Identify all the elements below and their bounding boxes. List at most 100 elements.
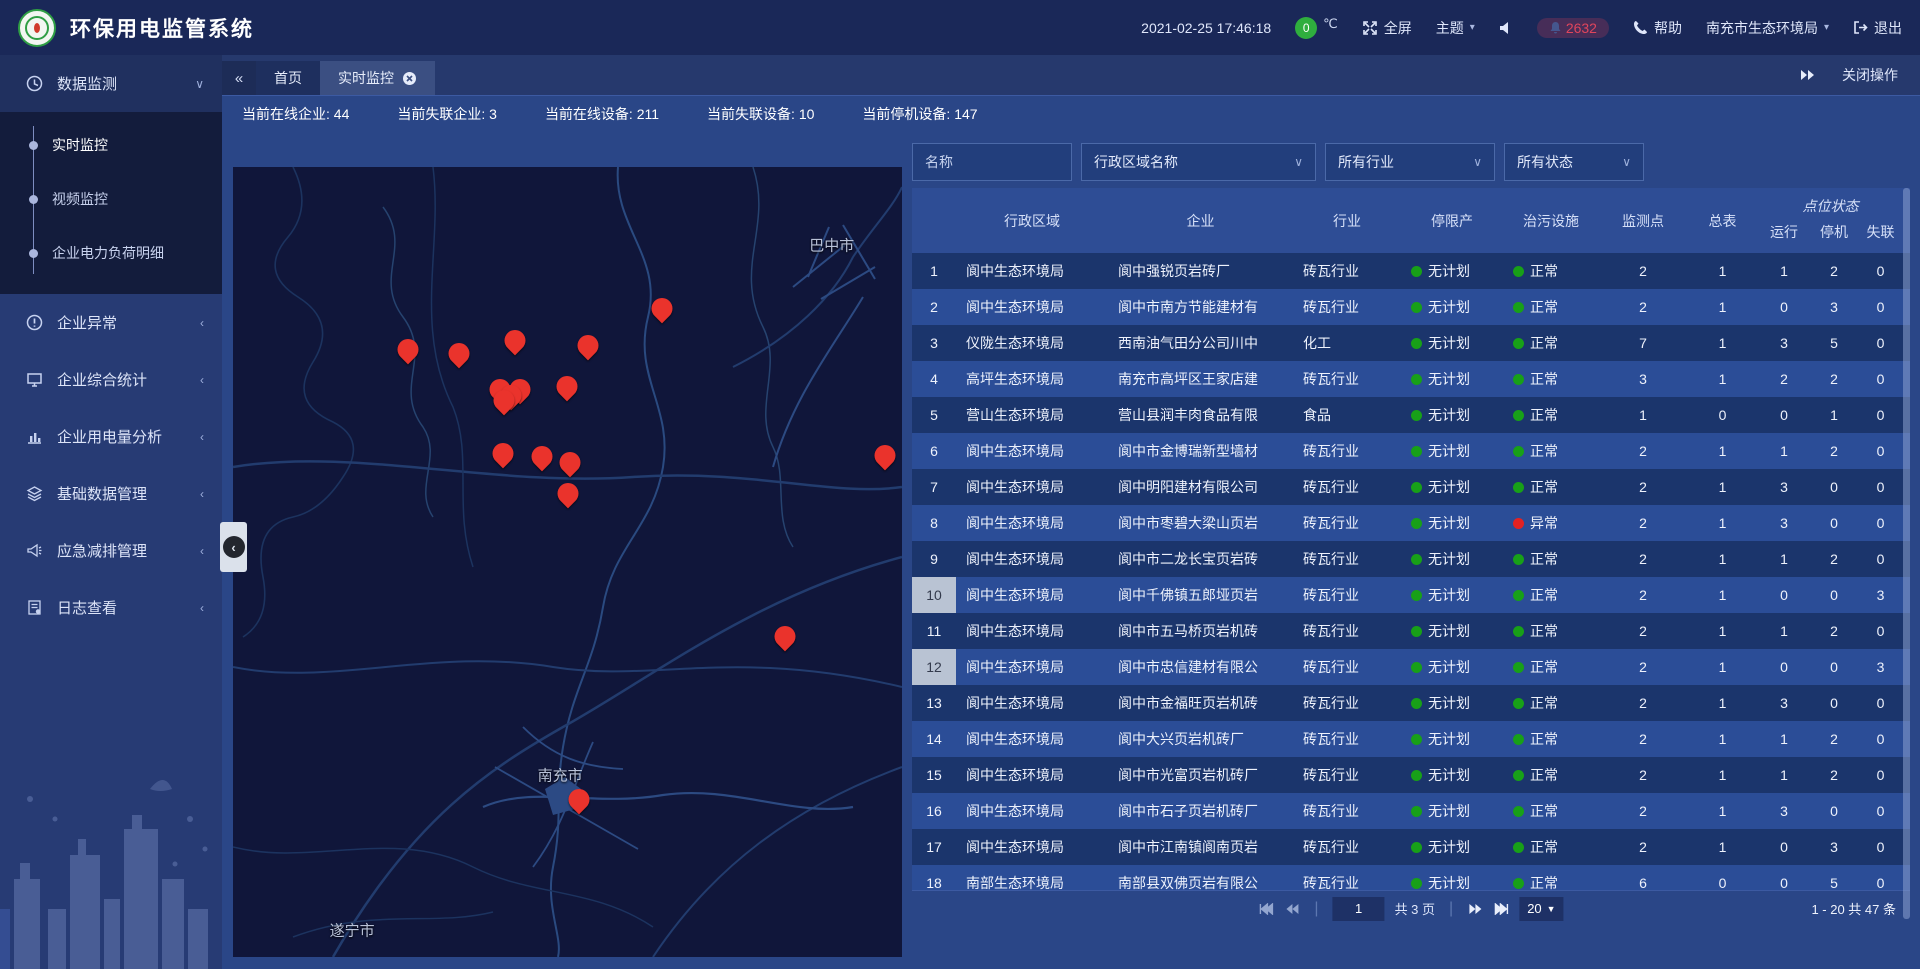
row-index: 10 [912,577,956,613]
tab-realtime-monitoring[interactable]: 实时监控 [320,61,435,95]
cell-industry: 砖瓦行业 [1293,613,1401,649]
cell-meters: 0 [1687,865,1758,890]
status-dot [1411,446,1422,457]
table-scrollbar[interactable] [1903,188,1910,919]
cell-company: 阆中大兴页岩机砖厂 [1108,721,1293,757]
map-city-label: 遂宁市 [330,920,375,941]
cell-limit: 无计划 [1401,721,1503,757]
layers-icon [26,485,43,502]
cell-lost: 0 [1858,793,1903,829]
chevron-left-icon: ‹ [200,544,204,558]
close-operations-button[interactable]: 关闭操作 [1842,65,1898,85]
status-dot [1411,338,1422,349]
map-roads-layer [233,167,902,957]
row-index: 14 [912,721,956,757]
table-row[interactable]: 17 阆中生态环境局 阆中市江南镇阆南页岩 砖瓦行业 无计划 正常 2 1 0 … [912,829,1910,865]
cell-region: 阆中生态环境局 [956,649,1108,685]
row-index: 1 [912,253,956,289]
table-row[interactable]: 5 营山生态环境局 营山县润丰肉食品有限 食品 无计划 正常 1 0 0 1 0 [912,397,1910,433]
help-button[interactable]: 帮助 [1633,18,1682,38]
cell-stop: 2 [1810,721,1858,757]
sidebar-item-enterprise-anomaly[interactable]: 企业异常 ‹ [0,294,222,351]
filter-bar: 行政区域名称∨ 所有行业∨ 所有状态∨ [912,143,1910,181]
table-row[interactable]: 10 阆中生态环境局 阆中千佛镇五郎垭页岩 砖瓦行业 无计划 正常 2 1 0 … [912,577,1910,613]
table-row[interactable]: 2 阆中生态环境局 阆中市南方节能建材有 砖瓦行业 无计划 正常 2 1 0 3 [912,289,1910,325]
industry-select[interactable]: 所有行业∨ [1325,143,1495,181]
cell-meters: 1 [1687,757,1758,793]
cell-company: 阆中市光富页岩机砖厂 [1108,757,1293,793]
logout-button[interactable]: 退出 [1853,18,1902,38]
cell-limit: 无计划 [1401,793,1503,829]
sidebar-item-power-usage-analysis[interactable]: 企业用电量分析 ‹ [0,408,222,465]
cell-limit: 无计划 [1401,397,1503,433]
mute-button[interactable] [1499,21,1513,35]
table-row[interactable]: 15 阆中生态环境局 阆中市光富页岩机砖厂 砖瓦行业 无计划 正常 2 1 1 … [912,757,1910,793]
col-stop: 停机 [1810,218,1858,253]
chevron-down-icon: ∨ [195,77,204,91]
cell-points: 2 [1599,289,1687,325]
bar-chart-icon [26,428,43,445]
table-row[interactable]: 13 阆中生态环境局 阆中市金福旺页岩机砖 砖瓦行业 无计划 正常 2 1 3 … [912,685,1910,721]
page-number-input[interactable] [1333,897,1385,921]
row-index: 4 [912,361,956,397]
region-select[interactable]: 行政区域名称∨ [1081,143,1316,181]
table-row[interactable]: 9 阆中生态环境局 阆中市二龙长宝页岩砖 砖瓦行业 无计划 正常 2 1 1 2 [912,541,1910,577]
chevron-down-icon: ∨ [1473,155,1482,169]
status-dot [1513,734,1524,745]
notifications-badge[interactable]: 2632 [1537,18,1609,38]
stats-strip: 当前在线企业: 44 当前失联企业: 3 当前在线设备: 211 当前失联设备:… [222,96,1920,131]
sidebar-item-log-view[interactable]: 日志查看 ‹ [0,579,222,636]
close-tab-icon[interactable] [402,71,417,86]
cell-run: 3 [1758,325,1810,361]
sidebar-item-base-data-management[interactable]: 基础数据管理 ‹ [0,465,222,522]
cell-industry: 砖瓦行业 [1293,289,1401,325]
theme-dropdown[interactable]: 主题▾ [1436,18,1475,38]
table-row[interactable]: 18 南部生态环境局 南部县双佛页岩有限公 砖瓦行业 无计划 正常 6 0 0 … [912,865,1910,890]
cell-lost: 3 [1858,577,1903,613]
tab-home[interactable]: 首页 [256,61,320,95]
cell-meters: 1 [1687,721,1758,757]
map[interactable]: 巴中市 南充市 遂宁市 [233,167,902,957]
row-index: 8 [912,505,956,541]
tabs-scroll-right-icon[interactable] [1800,69,1816,81]
table-row[interactable]: 12 阆中生态环境局 阆中市忠信建材有限公 砖瓦行业 无计划 正常 2 1 0 … [912,649,1910,685]
sidebar-item-emergency-reduction[interactable]: 应急减排管理 ‹ [0,522,222,579]
row-index: 12 [912,649,956,685]
fullscreen-button[interactable]: 全屏 [1362,18,1412,38]
table-row[interactable]: 6 阆中生态环境局 阆中市金博瑞新型墙材 砖瓦行业 无计划 正常 2 1 1 2 [912,433,1910,469]
tabs-scroll-left-button[interactable]: « [222,61,256,95]
table-row[interactable]: 14 阆中生态环境局 阆中大兴页岩机砖厂 砖瓦行业 无计划 正常 2 1 1 2 [912,721,1910,757]
next-page-button[interactable] [1467,903,1483,915]
status-select[interactable]: 所有状态∨ [1504,143,1644,181]
table-row[interactable]: 3 仪陇生态环境局 西南油气田分公司川中 化工 无计划 正常 7 1 3 5 0 [912,325,1910,361]
sidebar-item-enterprise-statistics[interactable]: 企业综合统计 ‹ [0,351,222,408]
status-dot [1411,698,1422,709]
col-region: 行政区域 [956,188,1108,253]
sidebar-item-power-load-detail[interactable]: 企业电力负荷明细 [0,226,222,280]
prev-page-button[interactable] [1284,903,1300,915]
table-row[interactable]: 4 高坪生态环境局 南充市高坪区王家店建 砖瓦行业 无计划 正常 3 1 2 2 [912,361,1910,397]
map-collapse-handle[interactable]: ‹ [220,522,247,572]
cell-facility: 正常 [1503,793,1599,829]
table-row[interactable]: 16 阆中生态环境局 阆中市石子页岩机砖厂 砖瓦行业 无计划 正常 2 1 3 … [912,793,1910,829]
sidebar-item-realtime-monitoring[interactable]: 实时监控 [0,118,222,172]
name-search-input[interactable] [912,143,1072,181]
first-page-button[interactable] [1258,903,1274,915]
table-row[interactable]: 11 阆中生态环境局 阆中市五马桥页岩机砖 砖瓦行业 无计划 正常 2 1 1 … [912,613,1910,649]
sidebar-item-data-monitoring[interactable]: 数据监测 ∨ [0,55,222,112]
cell-facility: 正常 [1503,685,1599,721]
page-size-select[interactable]: 20▼ [1519,897,1563,921]
table-row[interactable]: 8 阆中生态环境局 阆中市枣碧大梁山页岩 砖瓦行业 无计划 异常 2 1 3 0 [912,505,1910,541]
table-row[interactable]: 1 阆中生态环境局 阆中强锐页岩砖厂 砖瓦行业 无计划 正常 2 1 1 2 0 [912,253,1910,289]
cell-company: 阆中千佛镇五郎垭页岩 [1108,577,1293,613]
stat-item: 当前在线设备: 211 [545,104,659,124]
cell-limit: 无计划 [1401,685,1503,721]
cell-run: 2 [1758,361,1810,397]
user-org-dropdown[interactable]: 南充市生态环境局▾ [1706,18,1829,38]
table-row[interactable]: 7 阆中生态环境局 阆中明阳建材有限公司 砖瓦行业 无计划 正常 2 1 3 0 [912,469,1910,505]
cell-stop: 2 [1810,757,1858,793]
sidebar-item-video-monitoring[interactable]: 视频监控 [0,172,222,226]
sidebar-item-label: 日志查看 [57,597,117,618]
status-dot [1513,662,1524,673]
last-page-button[interactable] [1493,903,1509,915]
